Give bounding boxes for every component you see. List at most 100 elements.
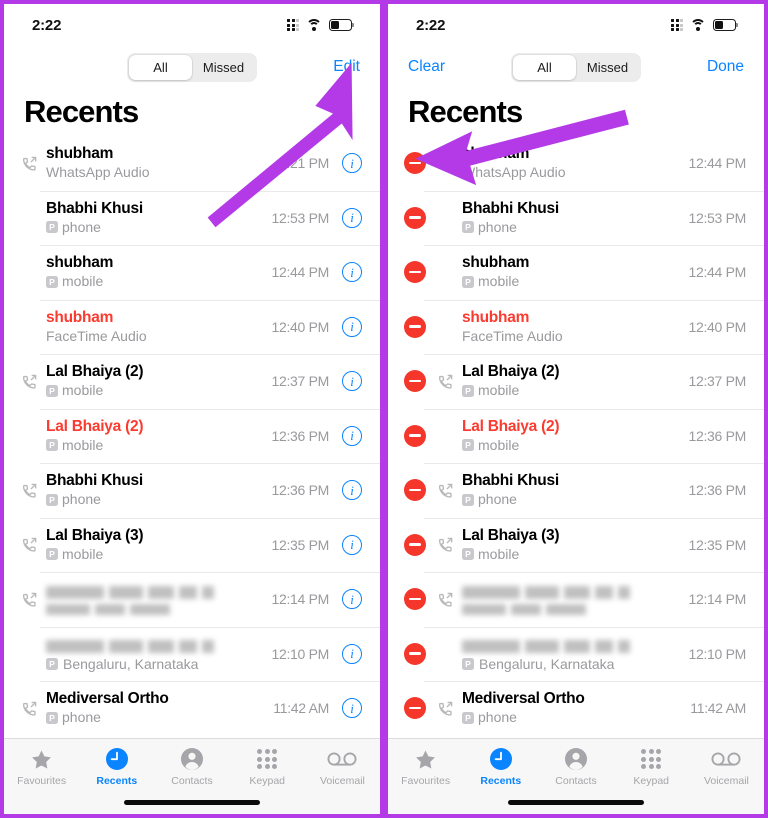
phone-type-badge-icon: P xyxy=(462,221,474,234)
tab-contacts[interactable]: Contacts xyxy=(154,746,229,787)
tab-voicemail[interactable]: Voicemail xyxy=(689,746,764,787)
call-type-icon-placeholder xyxy=(434,643,456,665)
call-row-subtitle: Pmobile xyxy=(462,437,680,454)
call-row-subtitle: FaceTime Audio xyxy=(462,328,680,345)
tab-keypad[interactable]: Keypad xyxy=(614,746,689,787)
call-timestamp: 12:44 PM xyxy=(688,264,746,281)
call-row-subtitle: FaceTime Audio xyxy=(46,328,263,345)
call-log-row[interactable]: Lal Bhaiya (3) Pmobile 12:35 PM i xyxy=(4,517,380,573)
star-icon xyxy=(414,746,437,772)
tab-recents[interactable]: Recents xyxy=(463,746,538,787)
call-log-row[interactable]: Mediversal Ortho Pphone 11:42 AM i xyxy=(4,681,380,736)
call-log-row[interactable]: Lal Bhaiya (2) Pmobile 12:36 PM i xyxy=(4,408,380,464)
call-log-row[interactable]: Lal Bhaiya (3) Pmobile 12:35 PM xyxy=(388,517,764,573)
info-icon[interactable]: i xyxy=(342,262,362,283)
tab-label: Recents xyxy=(480,775,522,787)
info-icon[interactable]: i xyxy=(342,534,362,555)
tab-keypad[interactable]: Keypad xyxy=(230,746,305,787)
delete-minus-icon[interactable] xyxy=(404,424,426,447)
call-log-row[interactable]: Lal Bhaiya (2) Pmobile 12:36 PM xyxy=(388,408,764,464)
call-log-row[interactable]: Lal Bhaiya (2) Pmobile 12:37 PM xyxy=(388,354,764,409)
delete-minus-icon[interactable] xyxy=(404,697,426,720)
call-log-row[interactable]: shubham Pmobile 12:44 PM i xyxy=(4,245,380,300)
call-log-row[interactable]: shubham WhatsApp Audio 2:21 PM i xyxy=(4,136,380,191)
call-log-row[interactable]: 12:14 PM i xyxy=(4,572,380,627)
tab-label: Contacts xyxy=(171,775,213,787)
delete-minus-icon[interactable] xyxy=(404,370,426,393)
call-log-row[interactable]: shubham FaceTime Audio 12:40 PM i xyxy=(4,299,380,355)
call-timestamp: 12:53 PM xyxy=(688,209,746,226)
call-timestamp: 12:36 PM xyxy=(271,482,329,499)
call-subtitle-label: FaceTime Audio xyxy=(462,327,563,344)
delete-minus-icon[interactable] xyxy=(404,533,426,556)
redacted-contact-name xyxy=(46,640,263,654)
delete-minus-icon[interactable] xyxy=(404,206,426,229)
edit-button[interactable]: Edit xyxy=(308,58,360,76)
status-indicators xyxy=(671,19,738,31)
done-button[interactable]: Done xyxy=(692,58,744,76)
call-timestamp: 12:14 PM xyxy=(688,591,746,608)
delete-minus-icon[interactable] xyxy=(404,642,426,665)
info-icon[interactable]: i xyxy=(342,425,362,446)
info-icon[interactable]: i xyxy=(342,153,362,174)
phone-type-badge-icon: P xyxy=(462,711,474,724)
contact-name-label: Lal Bhaiya (3) xyxy=(46,526,144,544)
call-log-row[interactable]: Bhabhi Khusi Pphone 12:53 PM xyxy=(388,190,764,246)
info-icon[interactable]: i xyxy=(342,316,362,337)
tab-voicemail[interactable]: Voicemail xyxy=(305,746,380,787)
outgoing-call-icon xyxy=(434,588,456,610)
info-icon[interactable]: i xyxy=(342,480,362,501)
tab-bar[interactable]: Favourites Recents Contacts Keypad Voicemail xyxy=(4,738,380,814)
filter-segmented-control[interactable]: All Missed xyxy=(127,52,257,82)
call-log-row[interactable]: shubham WhatsApp Audio 12:44 PM xyxy=(388,136,764,191)
delete-minus-icon[interactable] xyxy=(404,261,426,284)
filter-segmented-control[interactable]: All Missed xyxy=(511,52,641,82)
call-log-row[interactable]: P Bengaluru, Karnataka 12:10 PM i xyxy=(4,626,380,682)
battery-icon xyxy=(329,19,354,31)
outgoing-call-icon xyxy=(434,370,456,392)
star-icon xyxy=(30,746,53,772)
outgoing-call-icon xyxy=(18,370,40,392)
call-log-row[interactable]: P Bengaluru, Karnataka 12:10 PM xyxy=(388,626,764,682)
segment-all[interactable]: All xyxy=(513,54,576,80)
delete-minus-icon[interactable] xyxy=(404,479,426,502)
delete-minus-icon[interactable] xyxy=(404,152,426,175)
info-icon[interactable]: i xyxy=(342,698,362,719)
call-subtitle-label: phone xyxy=(478,491,517,508)
segment-missed[interactable]: Missed xyxy=(576,55,639,80)
info-icon[interactable]: i xyxy=(342,207,362,228)
tab-contacts[interactable]: Contacts xyxy=(538,746,613,787)
info-icon[interactable]: i xyxy=(342,371,362,392)
call-log-row[interactable]: shubham Pmobile 12:44 PM xyxy=(388,245,764,300)
call-log-row[interactable]: Bhabhi Khusi Pphone 12:36 PM xyxy=(388,463,764,518)
recent-calls-list[interactable]: shubham WhatsApp Audio 12:44 PM Bhabhi Khus… xyxy=(388,136,764,738)
contact-name-label: Bhabhi Khusi xyxy=(462,199,559,217)
call-log-row[interactable]: Lal Bhaiya (2) Pmobile 12:37 PM i xyxy=(4,354,380,409)
phone-type-badge-icon: P xyxy=(462,657,474,670)
tab-recents[interactable]: Recents xyxy=(79,746,154,787)
delete-minus-icon[interactable] xyxy=(404,315,426,338)
tab-label: Voicemail xyxy=(319,775,365,787)
tab-favourites[interactable]: Favourites xyxy=(388,746,463,787)
call-log-row[interactable]: Mediversal Ortho Pphone 11:42 AM xyxy=(388,681,764,736)
status-indicators xyxy=(287,19,354,31)
call-log-row[interactable]: Bhabhi Khusi Pphone 12:36 PM i xyxy=(4,463,380,518)
call-log-row[interactable]: 12:14 PM xyxy=(388,572,764,627)
call-log-row[interactable]: Bhabhi Khusi Pphone 12:53 PM i xyxy=(4,190,380,246)
call-row-subtitle: Pmobile xyxy=(46,382,263,399)
info-icon[interactable]: i xyxy=(342,643,362,664)
recent-calls-list[interactable]: shubham WhatsApp Audio 2:21 PM i Bhabhi Khus… xyxy=(4,136,380,738)
segment-all[interactable]: All xyxy=(129,54,192,80)
call-row-subtitle: Pmobile xyxy=(46,273,263,290)
call-log-row[interactable]: shubham FaceTime Audio 12:40 PM xyxy=(388,299,764,355)
tab-bar[interactable]: Favourites Recents Contacts Keypad Voicemail xyxy=(388,738,764,814)
delete-minus-icon[interactable] xyxy=(404,588,426,611)
segment-missed[interactable]: Missed xyxy=(192,55,255,80)
call-timestamp: 12:10 PM xyxy=(688,645,746,662)
call-timestamp: 12:36 PM xyxy=(688,427,746,444)
tab-favourites[interactable]: Favourites xyxy=(4,746,79,787)
clear-button[interactable]: Clear xyxy=(408,58,460,76)
outgoing-call-icon xyxy=(18,479,40,501)
call-subtitle-label: mobile xyxy=(478,436,520,453)
info-icon[interactable]: i xyxy=(342,589,362,610)
